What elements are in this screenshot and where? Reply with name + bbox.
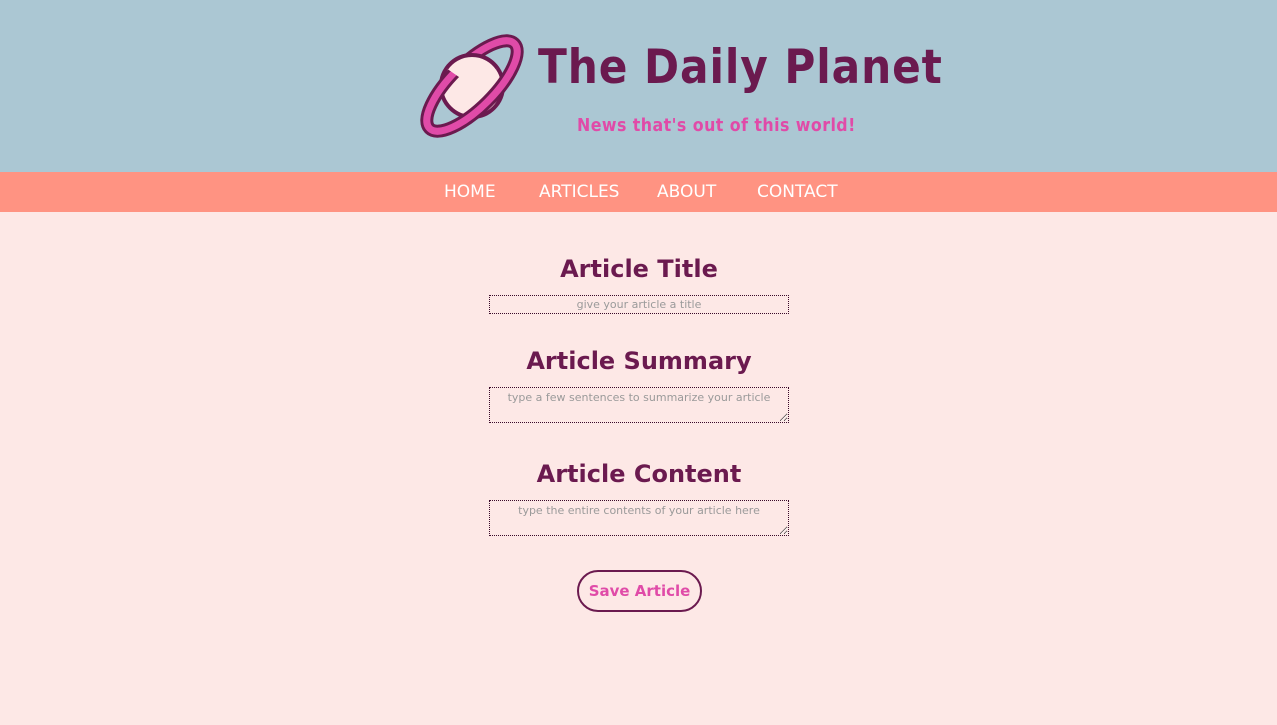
article-summary-textarea[interactable]: [489, 387, 789, 423]
nav-home-link[interactable]: HOME: [444, 172, 496, 212]
article-title-label: Article Title: [560, 255, 718, 283]
article-summary-label: Article Summary: [526, 347, 752, 375]
main-nav: HOME ARTICLES ABOUT CONTACT: [0, 172, 1277, 212]
article-content-label: Article Content: [536, 460, 742, 488]
nav-articles-link[interactable]: ARTICLES: [539, 172, 619, 212]
article-title-input[interactable]: [489, 295, 789, 314]
site-tagline: News that's out of this world!: [577, 115, 856, 136]
save-article-button[interactable]: Save Article: [577, 570, 702, 612]
article-content-textarea[interactable]: [489, 500, 789, 536]
nav-about-link[interactable]: ABOUT: [657, 172, 716, 212]
site-title: The Daily Planet: [538, 40, 943, 95]
site-header: The Daily Planet News that's out of this…: [0, 0, 1277, 172]
nav-contact-link[interactable]: CONTACT: [757, 172, 838, 212]
planet-icon: [420, 34, 524, 138]
